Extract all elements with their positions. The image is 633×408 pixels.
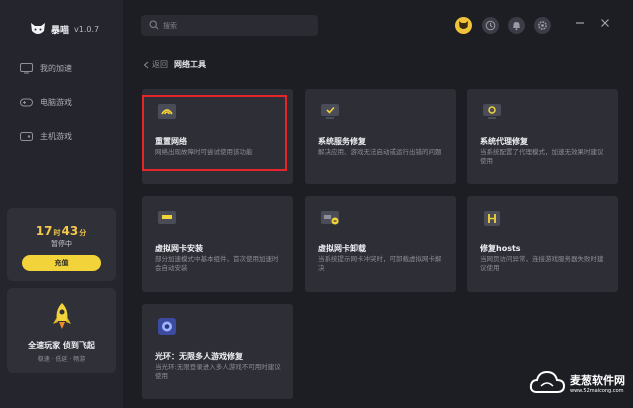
back-link[interactable]: 返回 bbox=[143, 59, 168, 70]
tool-description: 当系统提示网卡冲突时，可卸载虚拟网卡解决 bbox=[318, 255, 442, 272]
sidebar-item-pc-games[interactable]: 电脑游戏 bbox=[20, 97, 72, 108]
halo-game-icon bbox=[158, 318, 176, 335]
tool-card-reset-network[interactable]: 重置网络 网络出现故障时可尝试使用该功能 bbox=[142, 89, 293, 184]
tool-title: 虚拟网卡安装 bbox=[155, 244, 203, 253]
back-label: 返回 bbox=[152, 60, 168, 69]
breadcrumb: 返回 网络工具 bbox=[143, 59, 206, 70]
history-button[interactable] bbox=[482, 17, 499, 34]
nic-install-icon bbox=[158, 211, 176, 224]
gamepad-icon bbox=[20, 98, 33, 107]
nic-uninstall-icon bbox=[321, 211, 339, 225]
tool-description: 当网页访问异常，连接游戏服务器失败时建议使用 bbox=[480, 255, 604, 272]
sidebar: 暴喵 v1.0.7 我的加速 电脑游戏 主机游戏 17时43分 暂停中 充值 全… bbox=[0, 0, 123, 408]
sidebar-item-label: 主机游戏 bbox=[40, 132, 72, 141]
tool-card-system-service-repair[interactable]: 系统服务修复 解决应用、游戏无法启动或运行出错的问题 bbox=[305, 89, 456, 184]
watermark-name: 麦葱软件网 bbox=[570, 374, 625, 387]
tool-title: 重置网络 bbox=[155, 137, 187, 146]
search-icon bbox=[149, 20, 159, 30]
tool-title: 修复hosts bbox=[480, 244, 521, 253]
cloud-logo-icon bbox=[529, 370, 566, 393]
tool-title: 光环：无限多人游戏修复 bbox=[155, 352, 243, 361]
minutes-unit: 分 bbox=[79, 229, 87, 237]
chevron-left-icon bbox=[143, 61, 149, 68]
search-input[interactable] bbox=[163, 18, 313, 33]
remaining-time: 17时43分 bbox=[7, 220, 116, 239]
settings-button[interactable] bbox=[534, 17, 551, 34]
app-version: v1.0.7 bbox=[74, 24, 100, 34]
tool-title: 虚拟网卡卸载 bbox=[318, 244, 366, 253]
tool-description: 网络出现故障时可尝试使用该功能 bbox=[155, 148, 253, 156]
tool-description: 部分加速模式中基本组件，首次使用加速时会自动安装 bbox=[155, 255, 279, 272]
tool-description: 当光环:无限登录进入多人游戏不可用时建议使用 bbox=[155, 363, 281, 380]
cat-logo-icon bbox=[31, 23, 45, 34]
remaining-time-card: 17时43分 暂停中 充值 bbox=[7, 208, 116, 281]
network-reset-icon bbox=[158, 104, 176, 119]
minimize-icon[interactable] bbox=[575, 18, 585, 28]
search-box[interactable] bbox=[141, 15, 318, 36]
sidebar-item-label: 我的加速 bbox=[40, 64, 72, 73]
monitor-icon bbox=[20, 63, 33, 74]
notifications-button[interactable] bbox=[508, 17, 525, 34]
brand: 暴喵 v1.0.7 bbox=[30, 22, 99, 36]
timer-status: 暂停中 bbox=[51, 240, 72, 248]
proxy-fix-icon bbox=[483, 104, 501, 119]
sidebar-item-my-acceleration[interactable]: 我的加速 bbox=[20, 63, 72, 74]
tool-title: 系统服务修复 bbox=[318, 137, 366, 146]
tool-title: 系统代理修复 bbox=[480, 137, 528, 146]
hours-value: 17 bbox=[35, 224, 53, 238]
user-avatar[interactable] bbox=[455, 17, 472, 34]
system-service-icon bbox=[321, 104, 339, 119]
app-name: 暴喵 bbox=[51, 25, 70, 36]
sidebar-item-label: 电脑游戏 bbox=[40, 98, 72, 107]
history-icon bbox=[485, 20, 496, 31]
tool-card-halo-infinite-repair[interactable]: 光环：无限多人游戏修复 当光环:无限登录进入多人游戏不可用时建议使用 bbox=[142, 304, 293, 399]
charge-button[interactable]: 充值 bbox=[22, 255, 101, 271]
tool-card-system-proxy-repair[interactable]: 系统代理修复 当系统配置了代理模式，加速无效果时建议使用 bbox=[467, 89, 618, 184]
promo-subtitle: 稳速 · 低延 · 畅游 bbox=[37, 356, 86, 363]
watermark-url: www.52maicong.com bbox=[570, 388, 624, 394]
hosts-fix-icon bbox=[484, 211, 500, 226]
page-title: 网络工具 bbox=[174, 60, 206, 69]
promo-card[interactable]: 全速玩家 侦到飞起 稳速 · 低延 · 畅游 bbox=[7, 288, 116, 373]
close-icon[interactable] bbox=[600, 18, 610, 28]
tool-card-virtual-nic-uninstall[interactable]: 虚拟网卡卸载 当系统提示网卡冲突时，可卸载虚拟网卡解决 bbox=[305, 196, 456, 292]
rocket-icon bbox=[53, 303, 71, 329]
promo-title: 全速玩家 侦到飞起 bbox=[28, 341, 95, 350]
console-icon bbox=[20, 132, 33, 141]
watermark: 麦葱软件网 www.52maicong.com bbox=[528, 368, 625, 398]
tool-description: 解决应用、游戏无法启动或运行出错的问题 bbox=[318, 148, 442, 156]
hours-unit: 时 bbox=[53, 229, 61, 237]
settings-icon bbox=[538, 21, 547, 30]
bell-icon bbox=[513, 22, 520, 31]
sidebar-item-console-games[interactable]: 主机游戏 bbox=[20, 131, 72, 142]
avatar-icon bbox=[459, 21, 468, 29]
minutes-value: 43 bbox=[61, 224, 79, 238]
tool-card-virtual-nic-install[interactable]: 虚拟网卡安装 部分加速模式中基本组件，首次使用加速时会自动安装 bbox=[142, 196, 293, 292]
tool-description: 当系统配置了代理模式，加速无效果时建议使用 bbox=[480, 148, 604, 165]
tool-card-repair-hosts[interactable]: 修复hosts 当网页访问异常，连接游戏服务器失败时建议使用 bbox=[467, 196, 618, 292]
